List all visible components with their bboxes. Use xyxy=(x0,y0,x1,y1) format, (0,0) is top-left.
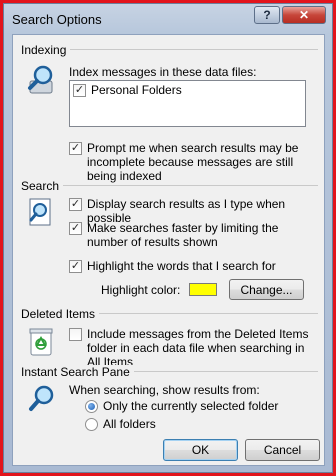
prompt-incomplete-label: Prompt me when search results may be inc… xyxy=(87,141,299,183)
faster-searches-checkbox[interactable]: ✓ xyxy=(69,222,82,235)
help-button[interactable]: ? xyxy=(254,6,280,24)
personal-folders-label: Personal Folders xyxy=(91,83,182,97)
when-searching-label: When searching, show results from: xyxy=(69,383,260,397)
highlight-color-swatch xyxy=(189,283,217,296)
deleted-items-group-label: Deleted Items xyxy=(21,307,100,321)
prompt-incomplete-checkbox[interactable]: ✓ xyxy=(69,142,82,155)
change-color-button[interactable]: Change... xyxy=(229,279,304,300)
all-folders-label: All folders xyxy=(103,417,156,431)
data-files-list[interactable]: ✓ Personal Folders xyxy=(69,80,306,127)
search-group-label: Search xyxy=(21,179,64,193)
cancel-button[interactable]: Cancel xyxy=(245,439,320,461)
recycle-bin-icon xyxy=(29,328,53,356)
include-deleted-items-label: Include messages from the Deleted Items … xyxy=(87,327,309,369)
title-bar[interactable]: Search Options ? ✕ xyxy=(4,4,332,34)
instant-search-magnifier-icon xyxy=(29,385,54,411)
close-button[interactable]: ✕ xyxy=(282,6,326,24)
current-folder-radio[interactable] xyxy=(85,400,98,413)
include-deleted-items-checkbox[interactable] xyxy=(69,328,82,341)
highlight-words-checkbox[interactable]: ✓ xyxy=(69,260,82,273)
faster-searches-label: Make searches faster by limiting the num… xyxy=(87,221,279,249)
highlight-words-label: Highlight the words that I search for xyxy=(87,259,276,273)
highlight-color-label: Highlight color: xyxy=(101,283,181,297)
index-files-label: Index messages in these data files: xyxy=(69,65,257,79)
search-options-dialog: Search Options ? ✕ Indexing Index messag… xyxy=(3,3,333,473)
indexing-group-label: Indexing xyxy=(21,43,71,57)
dialog-content: Indexing Index messages in these data fi… xyxy=(12,34,325,466)
list-item[interactable]: ✓ Personal Folders xyxy=(73,83,182,97)
ok-button[interactable]: OK xyxy=(163,439,238,461)
search-document-icon xyxy=(29,198,51,226)
display-as-type-checkbox[interactable]: ✓ xyxy=(69,198,82,211)
instant-search-group-label: Instant Search Pane xyxy=(21,365,134,379)
all-folders-radio[interactable] xyxy=(85,418,98,431)
indexing-magnifier-icon xyxy=(28,65,53,94)
window-title: Search Options xyxy=(12,12,102,27)
personal-folders-checkbox[interactable]: ✓ xyxy=(73,84,86,97)
current-folder-label: Only the currently selected folder xyxy=(103,399,279,413)
